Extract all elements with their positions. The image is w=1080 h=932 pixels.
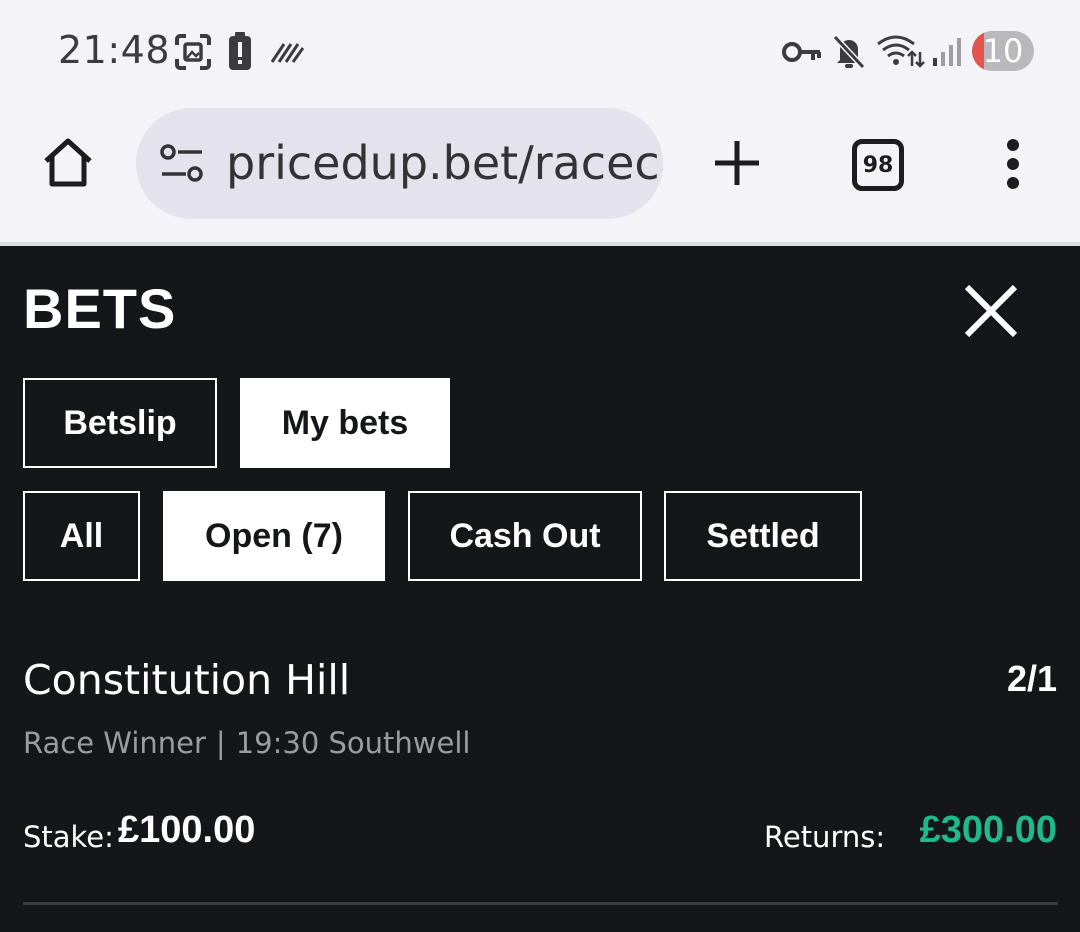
- panel-title: BETS: [23, 277, 177, 340]
- url-text: pricedup.bet/raceca: [226, 136, 663, 190]
- battery-indicator: 10: [972, 31, 1034, 71]
- filter-all[interactable]: All: [23, 491, 140, 581]
- new-tab-icon: [715, 141, 759, 185]
- mute-icon: [832, 34, 866, 70]
- filter-settled[interactable]: Settled: [664, 491, 862, 581]
- nfc-icon: [270, 43, 304, 63]
- bet-market: Race Winner: [23, 726, 206, 760]
- new-tab-button[interactable]: [710, 136, 764, 190]
- close-icon[interactable]: [958, 278, 1024, 344]
- wifi-icon: [877, 35, 925, 68]
- site-settings-icon[interactable]: [160, 144, 204, 184]
- returns-value: £300.00: [919, 809, 1057, 851]
- stake-value: £100.00: [118, 809, 256, 851]
- browser-toolbar: pricedup.bet/raceca 98: [0, 100, 1080, 243]
- bet-event: 19:30 Southwell: [235, 726, 471, 760]
- filter-cash-out[interactable]: Cash Out: [408, 491, 642, 581]
- battery-alert-icon: [229, 32, 251, 70]
- tab-my-bets[interactable]: My bets: [240, 378, 450, 468]
- vpn-key-icon: [782, 42, 821, 62]
- tab-switcher-button[interactable]: 98: [852, 139, 904, 191]
- returns-label: Returns:: [764, 820, 886, 854]
- bet-odds: 2/1: [1006, 658, 1057, 699]
- home-icon: [44, 138, 92, 187]
- bet-market-details: Race Winner | 19:30 Southwell: [23, 726, 470, 760]
- tab-betslip[interactable]: Betslip: [23, 378, 217, 468]
- status-bar: 21:48 10: [0, 0, 1080, 100]
- bet-divider: [23, 902, 1058, 905]
- bet-meta-separator: |: [215, 726, 226, 760]
- bet-selection-name: Constitution Hill: [23, 656, 351, 704]
- more-menu-button[interactable]: [996, 136, 1030, 192]
- signal-icon: [933, 38, 961, 66]
- bets-panel: BETS Betslip My bets All Open (7) Cash O…: [0, 246, 1080, 932]
- filter-open[interactable]: Open (7): [163, 491, 385, 581]
- url-bar[interactable]: pricedup.bet/raceca: [136, 108, 663, 219]
- screenshot-icon: [175, 34, 211, 70]
- stake-label: Stake:: [23, 820, 114, 854]
- home-button[interactable]: [36, 130, 100, 194]
- battery-level: 10: [982, 32, 1024, 70]
- status-time: 21:48: [58, 28, 171, 72]
- more-menu-icon: [1007, 139, 1019, 189]
